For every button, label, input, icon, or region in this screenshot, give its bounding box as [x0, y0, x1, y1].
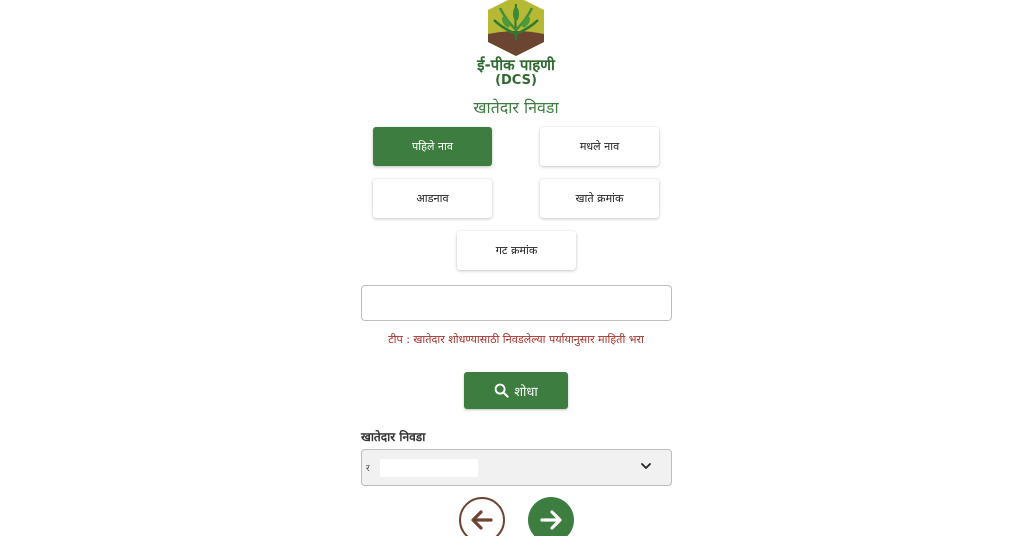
redacted-value-mask [380, 458, 478, 477]
option-label: खाते क्रमांक [575, 192, 624, 205]
search-icon [494, 383, 509, 398]
option-label: आडनाव [416, 192, 449, 205]
option-label: गट क्रमांक [495, 244, 538, 257]
option-middle-name-button[interactable]: मधले नाव [540, 127, 659, 166]
option-surname-button[interactable]: आडनाव [373, 179, 492, 218]
app-logo [486, 0, 546, 56]
next-button[interactable] [528, 497, 574, 536]
owner-select-value: र [366, 464, 370, 474]
arrow-right-icon [540, 510, 562, 530]
chevron-down-icon [641, 463, 651, 469]
search-input[interactable] [361, 285, 672, 321]
option-first-name-button[interactable]: पहिले नाव [373, 127, 492, 166]
owner-select-label: खातेदार निवडा [361, 430, 426, 444]
owner-select[interactable]: र [361, 449, 672, 486]
option-label: पहिले नाव [412, 140, 453, 153]
option-label: मधले नाव [579, 140, 620, 153]
option-gat-number-button[interactable]: गट क्रमांक [457, 231, 576, 270]
page-title: खातेदार निवडा [473, 98, 559, 117]
search-button[interactable]: शोधा [464, 372, 568, 409]
crop-logo-icon [488, 0, 544, 56]
app-subtitle: (DCS) [495, 73, 537, 88]
search-button-label: शोधा [514, 384, 538, 400]
app-title: ई-पीक पाहणी [477, 56, 555, 74]
back-button[interactable] [459, 497, 505, 536]
search-tip: टीप : खातेदार शोधण्यासाठी निवडलेल्या पर्… [388, 333, 644, 346]
arrow-left-icon [471, 510, 493, 530]
option-account-number-button[interactable]: खाते क्रमांक [540, 179, 659, 218]
